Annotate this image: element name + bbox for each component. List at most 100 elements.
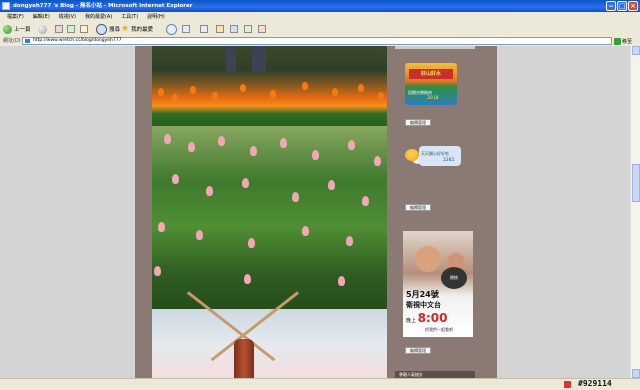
research-icon (258, 25, 266, 33)
tulip (348, 140, 355, 150)
tulip (328, 180, 335, 190)
tulip (218, 136, 225, 146)
widget-label: 天天開心好好吃 (421, 151, 449, 156)
photo-windmill (152, 291, 387, 378)
messenger-icon (244, 25, 252, 33)
research-button[interactable] (258, 24, 266, 34)
search-button[interactable]: 搜尋 (96, 23, 121, 35)
ad-channel: 衛視中文台 (406, 301, 441, 309)
window-title: dongyeh777 's Blog - 無名小站 - Microsoft In… (13, 3, 193, 9)
sidebar-widget-weather[interactable]: 天天開心好好吃 2281 (405, 146, 463, 170)
favorites-label: 我的最愛 (131, 27, 154, 33)
status-icon (564, 381, 571, 388)
ad-tagline: 把我們一起看吧 (425, 327, 453, 332)
go-button[interactable]: 移至 (614, 37, 632, 45)
sun-cloud-icon (405, 149, 419, 161)
tulip (242, 178, 249, 188)
window-titlebar: dongyeh777 's Blog - 無名小站 - Microsoft In… (0, 0, 640, 12)
tulip (240, 84, 246, 92)
tulip (312, 150, 319, 160)
back-button[interactable]: 上一頁 (3, 24, 31, 34)
tulip (358, 84, 364, 92)
menu-tools[interactable]: 工具(T) (121, 12, 138, 22)
sidebar-top-strip (395, 46, 475, 49)
tulip (248, 238, 255, 248)
stop-button[interactable] (55, 24, 63, 34)
folder-icon (216, 25, 224, 33)
messenger-button[interactable] (244, 24, 252, 34)
tulip (206, 186, 213, 196)
status-bar: #929114 (0, 378, 640, 390)
scroll-thumb[interactable] (632, 164, 640, 202)
tulip (158, 222, 165, 232)
tulip (332, 88, 338, 96)
vertical-scrollbar[interactable] (630, 46, 640, 378)
tulip (244, 274, 251, 284)
go-label: 移至 (622, 38, 633, 45)
menu-file[interactable]: 檔案(F) (7, 12, 24, 22)
stop-icon (55, 25, 63, 33)
scroll-up-button[interactable] (632, 46, 640, 55)
menu-edit[interactable]: 編輯(E) (33, 12, 50, 22)
tulip (374, 156, 381, 166)
tulip (196, 230, 203, 240)
favorites-button[interactable]: ★ 我的最愛 (121, 24, 153, 34)
standard-toolbar: 上一頁 搜尋 ★ 我的最愛 (0, 22, 640, 37)
photo-orange-tulips (152, 46, 387, 126)
scroll-down-button[interactable] (632, 369, 640, 378)
discuss-icon (230, 25, 238, 33)
photo-person (226, 46, 236, 72)
tulip (280, 138, 287, 148)
tulip (164, 134, 171, 144)
sidebar-section-title: 參觀人氣統計 (395, 371, 475, 378)
ad-person-image (415, 246, 441, 272)
ad-logo: 總統 (441, 267, 467, 289)
back-icon (3, 24, 12, 34)
menu-help[interactable]: 說明(H) (147, 12, 165, 22)
maximize-button[interactable]: □ (617, 1, 627, 11)
tulip (346, 236, 353, 246)
tulip (302, 226, 309, 236)
tulip (338, 276, 345, 286)
discuss-button[interactable] (230, 24, 238, 34)
search-label: 搜尋 (109, 27, 121, 33)
menu-view[interactable]: 檢視(V) (59, 12, 76, 22)
photo-pink-tulips (152, 126, 387, 309)
photo-person (252, 46, 266, 72)
manage-button[interactable]: 編輯管理 (405, 347, 431, 354)
sidebar-widget-banner[interactable]: 好山好水 回總台總統府 2018 (405, 63, 457, 105)
tulip (292, 192, 299, 202)
refresh-icon (67, 25, 75, 33)
sidebar-ad[interactable]: 總統 5月24號 衛視中文台 晚上 8:00 把我們一起看吧 (403, 231, 473, 337)
blog-sidebar: 好山好水 回總台總統府 2018 編輯管理 天天開心好好吃 2281 編輯管理 … (395, 46, 475, 378)
print-button[interactable] (200, 24, 208, 34)
tulip (302, 82, 308, 90)
address-input[interactable]: http://www.wretch.cc/blog/dongyeh777 (22, 37, 612, 45)
tulip (212, 92, 218, 100)
window-controls: ‒ □ × (606, 1, 638, 11)
ad-time-line: 晚上 8:00 (406, 311, 447, 325)
menu-favorites[interactable]: 我的最愛(A) (85, 12, 112, 22)
go-arrow-icon (614, 37, 621, 45)
tulip (188, 142, 195, 152)
mail-icon (182, 25, 190, 33)
manage-button[interactable]: 編輯管理 (405, 204, 431, 211)
media-button[interactable] (166, 23, 177, 35)
minimize-button[interactable]: ‒ (606, 1, 616, 11)
tulip (250, 146, 257, 156)
mail-button[interactable] (182, 24, 190, 34)
close-button[interactable]: × (628, 1, 638, 11)
forward-button[interactable] (38, 24, 47, 34)
tulip (158, 88, 164, 96)
tulip (378, 92, 384, 100)
ie-logo-icon (2, 2, 10, 10)
widget-count: 2018 (427, 96, 439, 101)
edit-button[interactable] (216, 24, 224, 34)
manage-button[interactable]: 編輯管理 (405, 119, 431, 126)
home-button[interactable] (80, 24, 88, 34)
media-icon (166, 23, 177, 35)
back-label: 上一頁 (14, 27, 31, 33)
refresh-button[interactable] (67, 24, 75, 34)
ad-date: 5月24號 (406, 290, 439, 299)
status-id-text: #929114 (578, 379, 612, 388)
